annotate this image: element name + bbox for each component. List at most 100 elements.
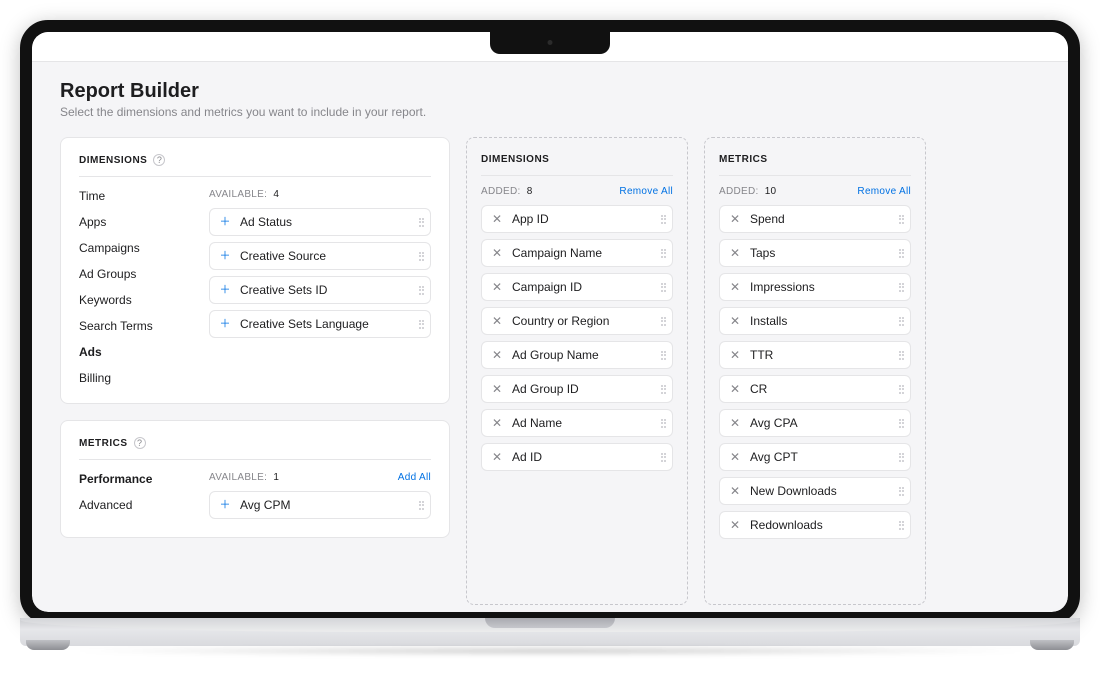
drag-handle-icon[interactable] (894, 385, 902, 394)
added-dimensions-dropzone[interactable]: DIMENSIONS ADDED: 8 Remove All ✕App ID✕C… (466, 137, 688, 605)
list-item[interactable]: ✕App ID (481, 205, 673, 233)
close-icon[interactable]: ✕ (728, 416, 742, 430)
plus-icon[interactable]: ＋ (218, 317, 232, 331)
close-icon[interactable]: ✕ (728, 314, 742, 328)
close-icon[interactable]: ✕ (728, 484, 742, 498)
close-icon[interactable]: ✕ (490, 382, 504, 396)
list-item[interactable]: ＋Ad Status (209, 208, 431, 236)
item-label: TTR (750, 348, 894, 362)
help-icon[interactable]: ? (153, 154, 165, 166)
list-item[interactable]: ✕Country or Region (481, 307, 673, 335)
drag-handle-icon[interactable] (894, 317, 902, 326)
close-icon[interactable]: ✕ (490, 348, 504, 362)
list-item[interactable]: ＋ Creative Source (209, 242, 431, 270)
drag-handle-icon[interactable] (656, 249, 664, 258)
item-label: Avg CPA (750, 416, 894, 430)
close-icon[interactable]: ✕ (490, 450, 504, 464)
list-item[interactable]: ✕ Ad Group Name (481, 341, 673, 369)
sidebar-item[interactable]: Performance (79, 472, 199, 486)
list-item[interactable]: ✕Taps (719, 239, 911, 267)
item-label: Impressions (750, 280, 894, 294)
list-item[interactable]: ✕ Ad Name (481, 409, 673, 437)
drag-handle-icon[interactable] (656, 453, 664, 462)
plus-icon[interactable]: ＋ (218, 215, 232, 229)
drag-handle-icon[interactable] (414, 320, 422, 329)
sidebar-item[interactable]: Campaigns (79, 241, 199, 255)
drag-handle-icon[interactable] (656, 215, 664, 224)
sidebar-item[interactable]: Search Terms (79, 319, 199, 333)
sidebar-item[interactable]: Ads (79, 345, 199, 359)
drag-handle-icon[interactable] (656, 317, 664, 326)
close-icon[interactable]: ✕ (728, 518, 742, 532)
drag-handle-icon[interactable] (656, 283, 664, 292)
available-dimensions-panel: DIMENSIONS ? TimeAppsCampaignsAd GroupsK… (60, 137, 450, 404)
sidebar-item[interactable]: Ad Groups (79, 267, 199, 281)
drag-handle-icon[interactable] (656, 385, 664, 394)
plus-icon[interactable]: ＋ (218, 249, 232, 263)
added-count: 10 (765, 186, 777, 197)
item-label: Ad Group Name (512, 348, 656, 362)
drag-handle-icon[interactable] (414, 252, 422, 261)
drag-handle-icon[interactable] (656, 419, 664, 428)
list-item[interactable]: ✕Spend (719, 205, 911, 233)
close-icon[interactable]: ✕ (728, 450, 742, 464)
sidebar-item[interactable]: Time (79, 189, 199, 203)
drag-handle-icon[interactable] (894, 351, 902, 360)
close-icon[interactable]: ✕ (728, 246, 742, 260)
item-label: Creative Source (240, 249, 414, 263)
close-icon[interactable]: ✕ (728, 212, 742, 226)
list-item[interactable]: ✕ Campaign Name (481, 239, 673, 267)
drag-handle-icon[interactable] (894, 487, 902, 496)
help-icon[interactable]: ? (134, 437, 146, 449)
list-item[interactable]: ✕ Redownloads (719, 511, 911, 539)
plus-icon[interactable]: ＋ (218, 498, 232, 512)
drag-handle-icon[interactable] (414, 218, 422, 227)
close-icon[interactable]: ✕ (490, 314, 504, 328)
close-icon[interactable]: ✕ (490, 416, 504, 430)
drag-handle-icon[interactable] (894, 249, 902, 258)
list-item[interactable]: ✕CR (719, 375, 911, 403)
sidebar-item[interactable]: Keywords (79, 293, 199, 307)
list-item[interactable]: ＋Creative Sets Language (209, 310, 431, 338)
drag-handle-icon[interactable] (894, 283, 902, 292)
available-metrics-panel: METRICS ? PerformanceAdvanced AVAILABLE: (60, 420, 450, 538)
list-item[interactable]: ✕Ad Group ID (481, 375, 673, 403)
item-label: Campaign ID (512, 280, 656, 294)
list-item[interactable]: ✕ Avg CPA (719, 409, 911, 437)
drag-handle-icon[interactable] (414, 286, 422, 295)
plus-icon[interactable]: ＋ (218, 283, 232, 297)
item-label: Ad Name (512, 416, 656, 430)
remove-all-link[interactable]: Remove All (619, 186, 673, 197)
add-all-link[interactable]: Add All (398, 472, 431, 483)
list-item[interactable]: ✕Installs (719, 307, 911, 335)
close-icon[interactable]: ✕ (490, 212, 504, 226)
item-label: Redownloads (750, 518, 894, 532)
list-item[interactable]: ✕ Impressions (719, 273, 911, 301)
added-count: 8 (527, 186, 533, 197)
drag-handle-icon[interactable] (894, 521, 902, 530)
drag-handle-icon[interactable] (414, 501, 422, 510)
item-label: Campaign Name (512, 246, 656, 260)
close-icon[interactable]: ✕ (728, 348, 742, 362)
list-item[interactable]: ✕ TTR (719, 341, 911, 369)
drag-handle-icon[interactable] (656, 351, 664, 360)
close-icon[interactable]: ✕ (490, 280, 504, 294)
drag-handle-icon[interactable] (894, 215, 902, 224)
sidebar-item[interactable]: Advanced (79, 498, 199, 512)
list-item[interactable]: ✕New Downloads (719, 477, 911, 505)
list-item[interactable]: ✕Ad ID (481, 443, 673, 471)
added-metrics-dropzone[interactable]: METRICS ADDED: 10 Remove All ✕Spend✕Taps… (704, 137, 926, 605)
list-item[interactable]: ✕Avg CPT (719, 443, 911, 471)
list-item[interactable]: ＋Avg CPM (209, 491, 431, 519)
available-count: 1 (273, 472, 279, 483)
drag-handle-icon[interactable] (894, 453, 902, 462)
list-item[interactable]: ✕ Campaign ID (481, 273, 673, 301)
sidebar-item[interactable]: Apps (79, 215, 199, 229)
list-item[interactable]: ＋Creative Sets ID (209, 276, 431, 304)
drag-handle-icon[interactable] (894, 419, 902, 428)
close-icon[interactable]: ✕ (490, 246, 504, 260)
close-icon[interactable]: ✕ (728, 382, 742, 396)
sidebar-item[interactable]: Billing (79, 371, 199, 385)
remove-all-link[interactable]: Remove All (857, 186, 911, 197)
close-icon[interactable]: ✕ (728, 280, 742, 294)
